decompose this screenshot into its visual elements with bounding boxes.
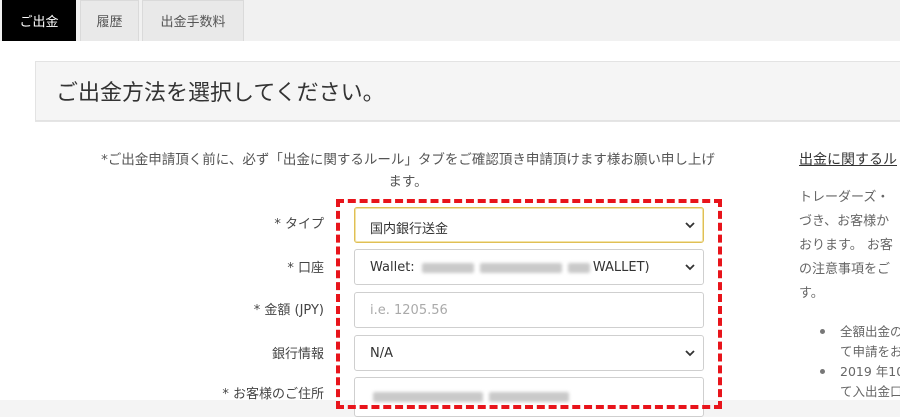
account-select-value: Wallet: WALLET) xyxy=(370,260,650,275)
address-label: * お客様のご住所 xyxy=(222,387,324,402)
rules-paragraph: トレーダーズ・ づき、お客様か おります。 お客 の注意事項をご す。 xyxy=(799,186,900,306)
rules-line: おります。 お客 xyxy=(799,238,893,253)
redacted-text xyxy=(421,262,474,273)
rules-line: す。 xyxy=(799,286,824,301)
rules-bullets: 全額出金の て申請をお 2019 年10 て入出金口 xyxy=(820,322,900,402)
tab-withdrawal[interactable]: ご出金 xyxy=(2,0,76,41)
type-label: * タイプ xyxy=(274,217,324,232)
amount-input[interactable]: i.e. 1205.56 xyxy=(354,292,704,328)
tab-bar: ご出金 履歴 出金手数料 xyxy=(0,0,900,42)
amount-placeholder: i.e. 1205.56 xyxy=(370,303,448,318)
redacted-text xyxy=(479,262,562,273)
bullet-line: 全額出金の xyxy=(840,324,900,339)
tab-history[interactable]: 履歴 xyxy=(80,0,139,41)
address-input[interactable] xyxy=(354,377,704,417)
list-item: 全額出金の て申請をお xyxy=(820,322,900,362)
account-value-prefix: Wallet: xyxy=(370,260,419,275)
redacted-text xyxy=(373,391,483,402)
amount-label: * 金額 (JPY) xyxy=(253,303,324,318)
withdrawal-rules-heading[interactable]: 出金に関するル xyxy=(799,149,897,169)
rules-line: トレーダーズ・ xyxy=(799,190,890,205)
page-title: ご出金方法を選択してください。 xyxy=(56,81,385,106)
bank-info-label: 銀行情報 xyxy=(271,347,324,362)
account-value-suffix: WALLET) xyxy=(592,260,650,275)
bank-info-value: N/A xyxy=(370,346,393,361)
list-item: 2019 年10 て入出金口 xyxy=(820,362,900,402)
rules-line: づき、お客様か xyxy=(799,214,890,229)
bank-info-select[interactable]: N/A xyxy=(354,335,704,371)
divider xyxy=(35,121,900,122)
address-value xyxy=(370,389,572,404)
account-select[interactable]: Wallet: WALLET) xyxy=(354,249,704,285)
chevron-down-icon xyxy=(685,350,695,357)
account-label: * 口座 xyxy=(287,261,324,276)
type-select-value: 国内銀行送金 xyxy=(370,222,449,237)
bullet-line: て申請をお xyxy=(840,344,900,359)
chevron-down-icon xyxy=(685,222,695,229)
notice-line-1: *ご出金申請頂く前に、必ず「出金に関するルール」タブをご確認頂き申請頂けます様お… xyxy=(101,152,715,168)
page-title-box: ご出金方法を選択してください。 xyxy=(35,61,900,121)
withdrawal-notice: *ご出金申請頂く前に、必ず「出金に関するルール」タブをご確認頂き申請頂けます様お… xyxy=(38,149,778,193)
bullet-line: て入出金口 xyxy=(840,384,900,399)
chevron-down-icon xyxy=(685,264,695,271)
rules-line: の注意事項をご xyxy=(799,262,891,277)
redacted-text xyxy=(489,391,569,402)
redacted-text xyxy=(567,262,590,273)
tab-withdrawal-fees[interactable]: 出金手数料 xyxy=(142,0,244,41)
notice-line-2: ます。 xyxy=(388,174,428,190)
bullet-line: 2019 年10 xyxy=(840,364,900,379)
type-select[interactable]: 国内銀行送金 xyxy=(354,207,704,243)
